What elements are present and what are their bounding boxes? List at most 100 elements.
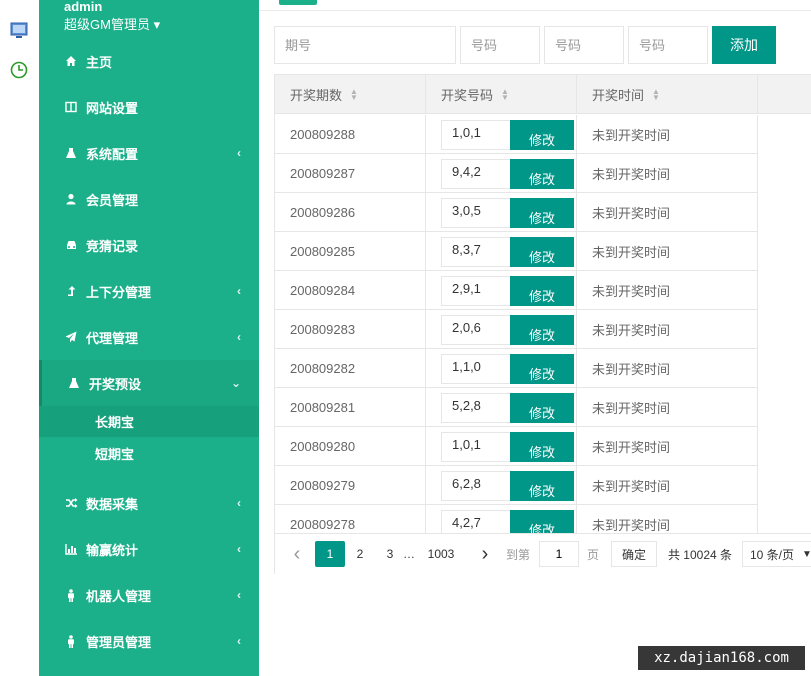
header-issue[interactable]: 开奖期数 ▲ ▼ <box>275 75 426 114</box>
chevron-down-icon: ⌄ <box>230 376 241 390</box>
code-edit-input[interactable]: 4,2,7 <box>441 510 511 533</box>
code-edit-input[interactable]: 5,2,8 <box>441 393 511 423</box>
cell-time: 未到开奖时间 <box>577 154 758 193</box>
edit-button[interactable]: 修改 <box>510 276 574 306</box>
cell-code: 1,1,0 修改 <box>426 349 577 388</box>
cell-code: 1,0,1 修改 <box>426 115 577 154</box>
cell-issue: 200809281 <box>275 388 426 427</box>
sidebar-item-label: 系统配置 <box>86 146 139 162</box>
table-header: 开奖期数 ▲ ▼ 开奖号码 ▲ ▼ 开奖时间 ▲ ▼ <box>275 75 811 114</box>
code-input-1[interactable] <box>460 26 540 64</box>
sidebar-item-label: 输赢统计 <box>86 542 139 558</box>
sidebar-item-admins[interactable]: 管理员管理 ‹ <box>39 618 259 664</box>
chevron-left-icon: ‹ <box>237 330 241 344</box>
edit-button[interactable]: 修改 <box>510 159 574 189</box>
table-row: 200809284 2,9,1 修改 未到开奖时间 <box>275 271 758 310</box>
chevron-left-icon: ‹ <box>237 284 241 298</box>
code-edit-input[interactable]: 1,1,0 <box>441 354 511 384</box>
sidebar-item-label: 数据采集 <box>86 496 139 512</box>
cell-issue: 200809288 <box>275 115 426 154</box>
sort-icon[interactable]: ▲ ▼ <box>501 87 509 101</box>
page-2[interactable]: 2 <box>347 541 373 567</box>
code-edit-input[interactable]: 9,4,2 <box>441 159 511 189</box>
chevron-left-icon: ‹ <box>237 588 241 602</box>
edit-button[interactable]: 修改 <box>510 393 574 423</box>
per-page-select[interactable]: 10 条/页 ▼ <box>742 541 811 567</box>
sidebar-item-agents[interactable]: 代理管理 ‹ <box>39 314 259 360</box>
cell-code: 1,0,1 修改 <box>426 427 577 466</box>
sidebar-item-label: 开奖预设 <box>89 376 142 392</box>
male-icon <box>64 588 78 602</box>
page-last[interactable]: 1003 <box>421 541 461 567</box>
page-3[interactable]: 3 <box>377 541 403 567</box>
table-row: 200809281 5,2,8 修改 未到开奖时间 <box>275 388 758 427</box>
sidebar-item-site-settings[interactable]: 网站设置 <box>39 84 259 130</box>
active-tab-indicator[interactable] <box>279 0 317 5</box>
cell-time: 未到开奖时间 <box>577 466 758 505</box>
code-input-3[interactable] <box>628 26 708 64</box>
header-code[interactable]: 开奖号码 ▲ ▼ <box>426 75 577 114</box>
code-edit-input[interactable]: 1,0,1 <box>441 432 511 462</box>
table-row: 200809280 1,0,1 修改 未到开奖时间 <box>275 427 758 466</box>
sidebar-item-label: 竞猜记录 <box>86 238 139 254</box>
sidebar-item-system-config[interactable]: 系统配置 ‹ <box>39 130 259 176</box>
sidebar-item-score-manage[interactable]: 上下分管理 ‹ <box>39 268 259 314</box>
page-1[interactable]: 1 <box>315 541 345 567</box>
chevron-left-icon: ‹ <box>237 146 241 160</box>
sidebar-item-robots[interactable]: 机器人管理 ‹ <box>39 572 259 618</box>
code-edit-input[interactable]: 8,3,7 <box>441 237 511 267</box>
table-row: 200809282 1,1,0 修改 未到开奖时间 <box>275 349 758 388</box>
clock-icon[interactable] <box>9 60 29 80</box>
edit-button[interactable]: 修改 <box>510 432 574 462</box>
prev-page-button[interactable]: ‹ <box>287 541 307 567</box>
cell-time: 未到开奖时间 <box>577 232 758 271</box>
sidebar-item-draw-preset[interactable]: 开奖预设 ⌄ <box>39 360 259 406</box>
cell-code: 4,2,7 修改 <box>426 505 577 533</box>
sidebar-item-members[interactable]: 会员管理 <box>39 176 259 222</box>
cell-issue: 200809283 <box>275 310 426 349</box>
edit-button[interactable]: 修改 <box>510 471 574 501</box>
code-edit-input[interactable]: 3,0,5 <box>441 198 511 228</box>
code-edit-input[interactable]: 6,2,8 <box>441 471 511 501</box>
table-row: 200809288 1,0,1 修改 未到开奖时间 <box>275 115 758 154</box>
edit-button[interactable]: 修改 <box>510 120 574 150</box>
left-icon-strip <box>0 0 39 676</box>
header-time[interactable]: 开奖时间 ▲ ▼ <box>577 75 758 114</box>
sort-icon[interactable]: ▲ ▼ <box>652 87 660 101</box>
sidebar-subitem-short-term[interactable]: 短期宝 <box>39 438 259 469</box>
edit-button[interactable]: 修改 <box>510 510 574 533</box>
code-edit-input[interactable]: 1,0,1 <box>441 120 511 150</box>
cell-code: 5,2,8 修改 <box>426 388 577 427</box>
code-edit-input[interactable]: 2,9,1 <box>441 276 511 306</box>
user-name: admin <box>64 0 103 14</box>
goto-page-input[interactable] <box>539 541 579 567</box>
user-block[interactable]: admin 超级GM管理员 ▾ <box>64 0 160 34</box>
add-button[interactable]: 添加 <box>712 26 776 64</box>
sidebar-item-win-loss-stats[interactable]: 输赢统计 ‹ <box>39 526 259 572</box>
code-input-2[interactable] <box>544 26 624 64</box>
confirm-page-button[interactable]: 确定 <box>611 541 657 567</box>
edit-button[interactable]: 修改 <box>510 198 574 228</box>
user-role-dropdown[interactable]: 超级GM管理员 ▾ <box>64 16 160 34</box>
header-label: 开奖号码 <box>441 88 494 103</box>
sidebar-subitem-long-term[interactable]: 长期宝 <box>39 406 259 437</box>
edit-button[interactable]: 修改 <box>510 315 574 345</box>
edit-button[interactable]: 修改 <box>510 354 574 384</box>
cell-code: 2,0,6 修改 <box>426 310 577 349</box>
monitor-icon[interactable] <box>9 20 29 40</box>
sidebar-item-data-collect[interactable]: 数据采集 ‹ <box>39 480 259 526</box>
cell-issue: 200809279 <box>275 466 426 505</box>
edit-button[interactable]: 修改 <box>510 237 574 267</box>
sort-icon[interactable]: ▲ ▼ <box>350 87 358 101</box>
table-row: 200809285 8,3,7 修改 未到开奖时间 <box>275 232 758 271</box>
issue-input[interactable] <box>274 26 456 64</box>
cell-code: 9,4,2 修改 <box>426 154 577 193</box>
cell-issue: 200809278 <box>275 505 426 533</box>
chevron-left-icon: ‹ <box>237 542 241 556</box>
sidebar-item-bets[interactable]: 竞猜记录 <box>39 222 259 268</box>
table-row: 200809283 2,0,6 修改 未到开奖时间 <box>275 310 758 349</box>
code-edit-input[interactable]: 2,0,6 <box>441 315 511 345</box>
male-icon <box>64 634 78 648</box>
next-page-button[interactable]: › <box>475 541 495 567</box>
sidebar-item-home[interactable]: 主页 <box>39 38 259 84</box>
